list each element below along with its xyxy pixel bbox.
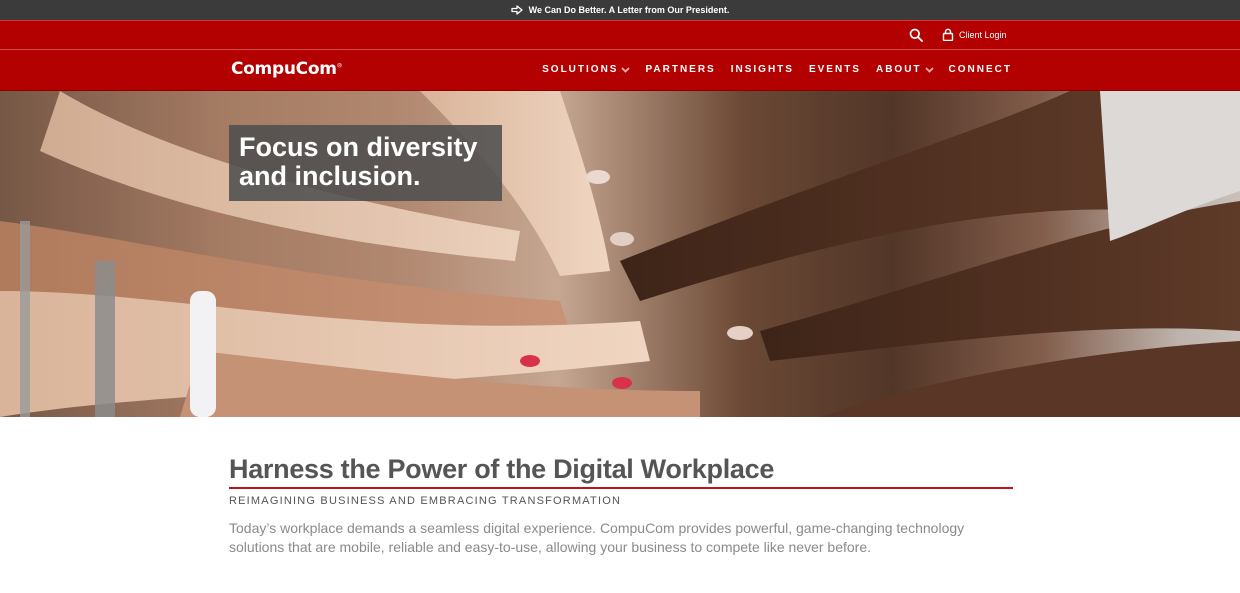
lock-icon [942,28,954,41]
section-subtitle: REIMAGINING BUSINESS AND EMBRACING TRANS… [229,495,622,507]
nav-item-partners[interactable]: PARTNERS [645,64,715,75]
nav-item-insights[interactable]: INSIGHTS [731,64,794,75]
chevron-down-icon [621,66,631,73]
hero-headline-line2: and inclusion. [239,161,421,191]
nav-menu: SOLUTIONS PARTNERS INSIGHTS EVENTS ABOUT… [542,64,1012,75]
compucom-logo[interactable]: CompuCom® [231,59,343,79]
nav-item-events[interactable]: EVENTS [809,64,861,75]
nav-item-about[interactable]: ABOUT [876,64,934,75]
announcement-bar[interactable]: We Can Do Better. A Letter from Our Pres… [0,0,1240,20]
intro-section: Harness the Power of the Digital Workpla… [229,453,1013,557]
nav-item-solutions[interactable]: SOLUTIONS [542,64,631,75]
arrow-right-icon [510,4,523,16]
section-title: Harness the Power of the Digital Workpla… [229,453,1013,489]
client-login-link[interactable]: Client Login [942,28,1007,41]
hero-photo-hands [0,91,1240,417]
announcement-link[interactable]: We Can Do Better. A Letter from Our Pres… [529,5,730,15]
section-body: Today’s workplace demands a seamless dig… [229,520,965,555]
search-icon[interactable] [909,28,923,42]
hero-banner[interactable]: Focus on diversity and inclusion. [0,91,1240,417]
utility-bar: Client Login [0,20,1240,49]
chevron-down-icon [924,66,934,73]
client-login-label: Client Login [959,29,1007,40]
main-navigation: CompuCom® SOLUTIONS PARTNERS INSIGHTS EV… [0,49,1240,91]
hero-headline[interactable]: Focus on diversity and inclusion. [229,125,502,201]
nav-item-connect[interactable]: CONNECT [949,64,1012,75]
hero-headline-line1: Focus on diversity [239,132,478,162]
